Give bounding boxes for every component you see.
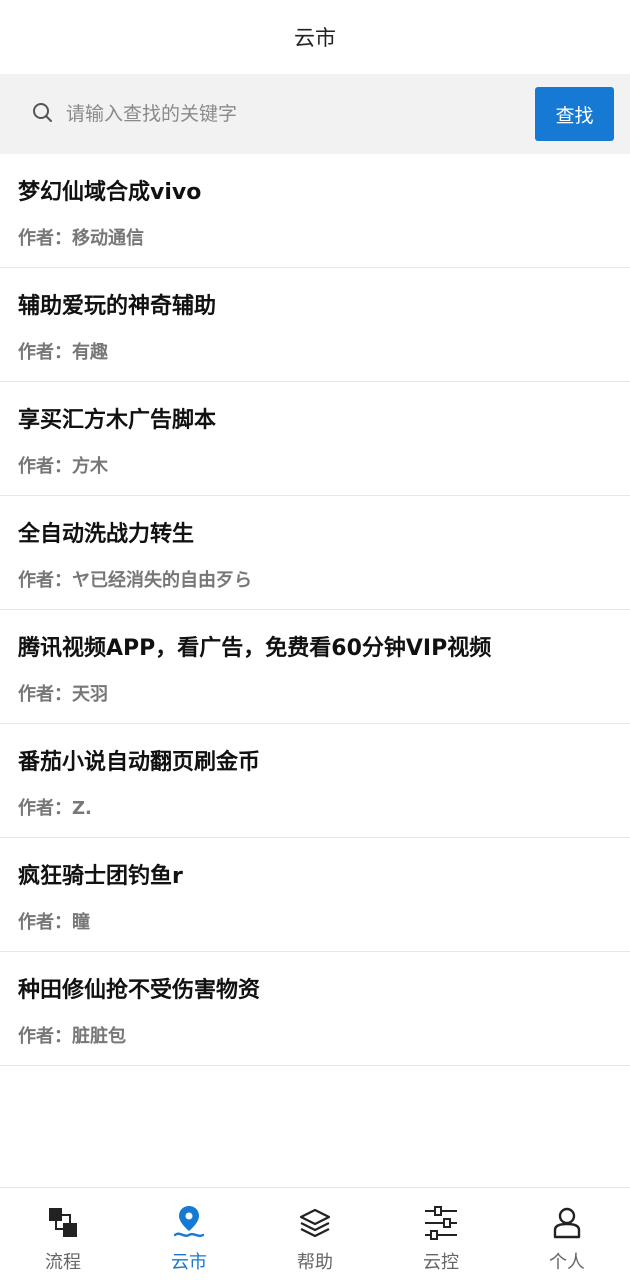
- item-author: 作者：脏脏包: [18, 1026, 126, 1047]
- list-item[interactable]: 番茄小说自动翻页刷金币 作者：Z.: [0, 724, 630, 838]
- item-author: 作者：ヤ已经消失的自由歹ら: [18, 570, 252, 591]
- item-title: 番茄小说自动翻页刷金币: [18, 750, 261, 775]
- list-item[interactable]: 疯狂骑士团钓鱼r 作者：瞳: [0, 838, 630, 952]
- tab-cloud-market[interactable]: 云市: [126, 1188, 252, 1280]
- list-item[interactable]: 梦幻仙域合成vivo 作者：移动通信: [0, 154, 630, 268]
- tab-profile[interactable]: 个人: [504, 1188, 630, 1280]
- item-author: 作者：方木: [18, 456, 108, 477]
- tab-label: 个人: [549, 1252, 585, 1273]
- item-title: 种田修仙抢不受伤害物资: [18, 978, 261, 1003]
- item-author: 作者：Z.: [18, 798, 92, 819]
- list-item[interactable]: 腾讯视频APP，看广告，免费看60分钟VIP视频 作者：天羽: [0, 610, 630, 724]
- item-title: 腾讯视频APP，看广告，免费看60分钟VIP视频: [18, 636, 492, 661]
- item-title: 辅助爱玩的神奇辅助: [18, 294, 217, 319]
- search-button[interactable]: 查找: [535, 87, 614, 141]
- tab-flow[interactable]: 流程: [0, 1188, 126, 1280]
- list-item[interactable]: 种田修仙抢不受伤害物资 作者：脏脏包: [0, 952, 630, 1066]
- search-bar: 查找: [0, 74, 630, 154]
- item-title: 疯狂骑士团钓鱼r: [18, 864, 183, 889]
- list-item[interactable]: 全自动洗战力转生 作者：ヤ已经消失的自由歹ら: [0, 496, 630, 610]
- flow-icon: [44, 1204, 82, 1242]
- item-author: 作者：瞳: [18, 912, 90, 933]
- bottom-tab-bar: 流程 云市 帮助 云控 个人: [0, 1187, 630, 1280]
- top-bar: 云市: [0, 0, 630, 74]
- search-input[interactable]: [60, 94, 520, 134]
- location-pin-icon: [170, 1204, 208, 1242]
- sliders-icon: [422, 1204, 460, 1242]
- user-icon: [548, 1204, 586, 1242]
- tab-label: 帮助: [297, 1252, 333, 1273]
- item-title: 享买汇方木广告脚本: [18, 408, 217, 433]
- tab-label: 云控: [423, 1252, 459, 1273]
- tab-cloud-control[interactable]: 云控: [378, 1188, 504, 1280]
- item-author: 作者：移动通信: [18, 228, 144, 249]
- tab-label: 云市: [171, 1252, 207, 1273]
- item-author: 作者：有趣: [18, 342, 108, 363]
- search-icon: [33, 103, 52, 122]
- item-author: 作者：天羽: [18, 684, 108, 705]
- item-title: 梦幻仙域合成vivo: [18, 180, 202, 205]
- tab-label: 流程: [45, 1252, 81, 1273]
- script-list: 梦幻仙域合成vivo 作者：移动通信 辅助爱玩的神奇辅助 作者：有趣 享买汇方木…: [0, 154, 630, 1091]
- page-title: 云市: [294, 26, 336, 50]
- tab-help[interactable]: 帮助: [252, 1188, 378, 1280]
- list-item[interactable]: 享买汇方木广告脚本 作者：方木: [0, 382, 630, 496]
- item-title: 全自动洗战力转生: [18, 522, 195, 547]
- list-item[interactable]: 辅助爱玩的神奇辅助 作者：有趣: [0, 268, 630, 382]
- layers-icon: [296, 1204, 334, 1242]
